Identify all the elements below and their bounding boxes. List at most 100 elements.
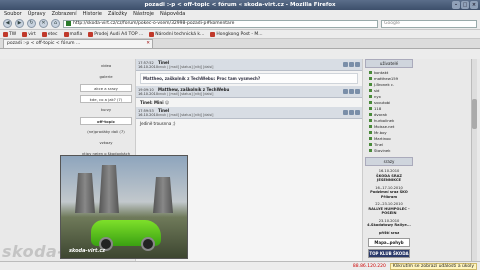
- post-header: 17:59:53 16.10.2010 Tinel vnuk | [mail] […: [136, 107, 362, 119]
- bookmark-item[interactable]: TW: [3, 31, 16, 37]
- events-heading: srazy: [365, 157, 413, 166]
- nav-link[interactable]: galerie: [80, 73, 132, 81]
- home-icon[interactable]: ⌂: [51, 19, 60, 28]
- quote-icon: [349, 89, 354, 94]
- menu-item-view[interactable]: Zobrazení: [52, 10, 77, 18]
- bookmark-item[interactable]: mafia: [63, 31, 82, 37]
- nav-link[interactable]: (ne)prodáky dali (7): [80, 128, 132, 136]
- maximize-button[interactable]: □: [461, 1, 469, 9]
- status-bar: 88.86.120.220 Klikrutím se zobrazí událo…: [0, 261, 480, 270]
- menu-item-edit[interactable]: Úpravy: [28, 10, 46, 18]
- post-date: 17:59:53 16.10.2010: [138, 108, 159, 117]
- post-header: 19:09:10 16.10.2010 Matthew, zaškolník z…: [136, 86, 362, 98]
- navigation-toolbar: ◀ ▶ ↻ ✕ ⌂ http://skoda-virt.cz/cz/forum/…: [0, 18, 480, 30]
- nav-link[interactable]: videa: [80, 62, 132, 70]
- menu-item-tools[interactable]: Nástroje: [133, 10, 154, 18]
- post-body: Jedině trousnna ;): [140, 121, 176, 126]
- window-titlebar: pozadi :-p < off-topic < fórum « skoda-v…: [0, 0, 480, 10]
- post-actions[interactable]: [343, 110, 360, 115]
- reply-icon: [343, 62, 348, 67]
- post-meta[interactable]: vnuk | [mail] [status] [nikj] [dalsi]: [158, 113, 341, 117]
- bookmark-item[interactable]: virt: [22, 31, 36, 37]
- event-item[interactable]: příští sraz: [365, 231, 413, 236]
- menu-bar: Soubor Úpravy Zobrazení Historie Záložky…: [0, 10, 480, 18]
- post-author[interactable]: Tinel: [158, 60, 169, 65]
- menu-item-file[interactable]: Soubor: [4, 10, 22, 18]
- close-tab-icon[interactable]: ✕: [146, 40, 150, 48]
- site-favicon-icon: [66, 21, 71, 26]
- club-banner[interactable]: TOP KLUB ŠKODA: [368, 249, 410, 258]
- post-author[interactable]: Tinel: [158, 108, 169, 113]
- bookmark-item[interactable]: Hongkong Post - M...: [210, 31, 263, 37]
- scrollbar-thumb[interactable]: [472, 99, 477, 129]
- event-item[interactable]: 23.10.2010 4.Skodatowy Rallye...: [365, 219, 413, 228]
- bookmark-icon: [88, 31, 94, 37]
- posted-wallpaper-image[interactable]: skoda-virt.cz: [60, 155, 188, 259]
- menu-item-help[interactable]: Nápověda: [160, 10, 185, 18]
- post-quote: Mattheo, zaškolník z TechWebu: Proc tam …: [140, 73, 358, 84]
- page-scrollbar[interactable]: [471, 59, 477, 261]
- bookmark-icon: [149, 31, 155, 37]
- window-title: pozadi :-p < off-topic < fórum « skoda-v…: [144, 2, 336, 8]
- reply-icon: [343, 89, 348, 94]
- nav-link-active[interactable]: off-topic: [80, 117, 132, 125]
- nav-link[interactable]: vzkazy: [80, 139, 132, 147]
- event-item[interactable]: 16.-17.10.2010 Podzimní sraz ŠKO Příbram: [365, 186, 413, 200]
- close-button[interactable]: ×: [470, 1, 478, 9]
- post-header: 17:57:52 16.10.2010 Tinel vnuk | [mail] […: [136, 59, 362, 71]
- menu-item-bookmarks[interactable]: Záložky: [108, 10, 127, 18]
- image-brand-text: skoda-virt.cz: [69, 248, 106, 254]
- stop-icon[interactable]: ✕: [39, 19, 48, 28]
- bookmark-item[interactable]: Národní technická k...: [149, 31, 204, 37]
- post-author[interactable]: Matthew, zaškolník z TechWebu: [158, 87, 229, 92]
- post-meta[interactable]: vnuk | [mail] [status] [nikj] [dalsi]: [158, 65, 341, 69]
- post-actions[interactable]: [343, 89, 360, 94]
- cooling-tower-shape: [153, 177, 173, 213]
- post-date: 17:57:52 16.10.2010: [138, 60, 159, 69]
- bookmark-icon: [210, 31, 216, 37]
- bookmarks-toolbar: TW virt etec mafia Prodej Audi A4 TOP ..…: [0, 30, 480, 39]
- report-icon: [355, 62, 360, 67]
- map-banner[interactable]: Mapa..pohyb: [368, 238, 410, 247]
- bookmark-item[interactable]: etec: [41, 31, 58, 37]
- quote-icon: [349, 62, 354, 67]
- tab-strip: pozadi :-p < off-topic < fórum ... ✕: [0, 39, 480, 49]
- page-content: skoda-virt.cz videa galerie akce a srazy…: [0, 59, 480, 261]
- post-meta[interactable]: vnuk | [mail] [status] [nikj] [dalsi]: [158, 92, 341, 96]
- url-field[interactable]: http://skoda-virt.cz/cz/forum/pokec-o-vs…: [63, 19, 378, 28]
- url-text: http://skoda-virt.cz/cz/forum/pokec-o-vs…: [73, 20, 235, 26]
- event-item[interactable]: 22.-23.10.2010 RALLYE HUMPOLEC - POSEIN: [365, 202, 413, 216]
- back-icon[interactable]: ◀: [3, 19, 12, 28]
- nav-link[interactable]: kde, co a jak? (7): [80, 95, 132, 103]
- report-icon: [355, 89, 360, 94]
- lightning-alert[interactable]: Klikrutím se zobrazí události a úkoly: [389, 262, 477, 270]
- online-users-heading: uživatelé: [365, 59, 413, 68]
- tab-label: pozadi :-p < off-topic < fórum ...: [7, 41, 81, 46]
- bookmark-icon: [41, 31, 47, 37]
- forward-icon[interactable]: ▶: [15, 19, 24, 28]
- post-body: Tinel: Mini ☺: [140, 100, 170, 105]
- bookmark-item[interactable]: Prodej Audi A4 TOP ...: [88, 31, 143, 37]
- wheel-shape: [141, 237, 155, 251]
- post-date: 19:09:10 16.10.2010: [138, 87, 159, 96]
- online-user[interactable]: Stavinek: [365, 148, 413, 154]
- reply-icon: [343, 110, 348, 115]
- cooling-tower-shape: [99, 165, 119, 213]
- menu-item-history[interactable]: Historie: [83, 10, 102, 18]
- search-input[interactable]: Google: [381, 19, 477, 28]
- minimize-button[interactable]: –: [452, 1, 460, 9]
- bookmark-icon: [63, 31, 69, 37]
- nav-link[interactable]: kurzy: [80, 106, 132, 114]
- tab-current[interactable]: pozadi :-p < off-topic < fórum ... ✕: [3, 39, 153, 48]
- bookmark-icon: [3, 31, 8, 37]
- quote-icon: [349, 110, 354, 115]
- event-item[interactable]: 16.10.2010 ŠKODA SRAZ JESENNIKCE: [365, 169, 413, 183]
- nav-link[interactable]: akce a srazy: [80, 84, 132, 92]
- report-icon: [355, 110, 360, 115]
- server-ip: 88.86.120.220: [352, 263, 386, 269]
- bookmark-icon: [22, 31, 28, 37]
- cooling-tower-shape: [75, 173, 95, 213]
- right-sidebar: uživatelé kontakt matthew159 J.Bronek c.…: [365, 59, 413, 260]
- post-actions[interactable]: [343, 62, 360, 67]
- reload-icon[interactable]: ↻: [27, 19, 36, 28]
